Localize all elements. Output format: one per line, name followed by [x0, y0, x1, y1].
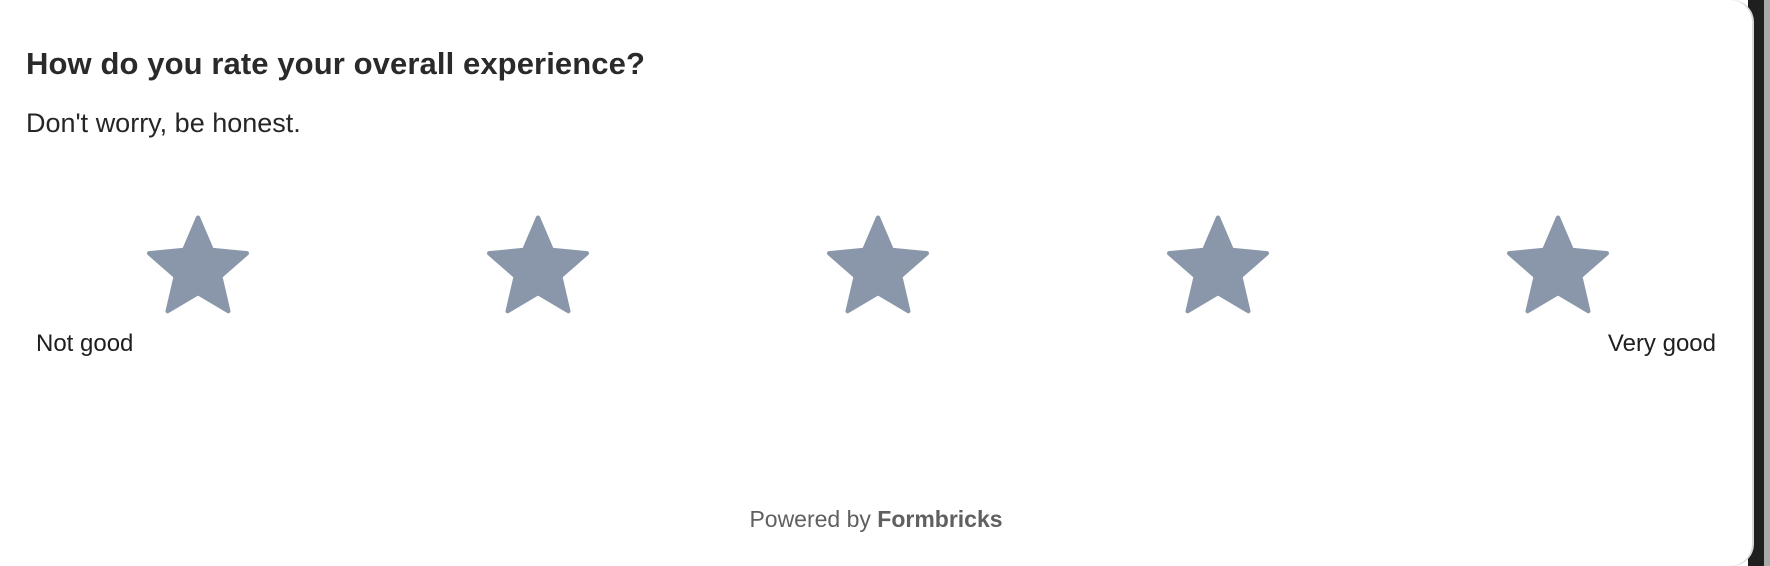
- lower-label: Not good: [36, 330, 134, 357]
- star-icon: [1166, 215, 1270, 314]
- survey-card: How do you rate your overall experience?…: [0, 0, 1752, 566]
- upper-label: Very good: [1607, 330, 1716, 357]
- rating-star-3[interactable]: [818, 210, 938, 324]
- powered-by-text: Powered by: [749, 506, 871, 532]
- survey-window: How do you rate your overall experience?…: [0, 0, 1770, 566]
- rating-star-2[interactable]: [478, 210, 598, 324]
- star-icon: [1506, 215, 1610, 314]
- star-icon: [826, 215, 930, 314]
- background-window-border: [1764, 0, 1770, 566]
- star-rating: Not good Very good: [26, 200, 1726, 380]
- powered-by-footer: Powered by Formbricks: [0, 506, 1752, 533]
- rating-star-1[interactable]: [138, 210, 258, 324]
- formbricks-link[interactable]: Formbricks: [877, 506, 1002, 532]
- star-icon: [146, 215, 250, 314]
- question-headline: How do you rate your overall experience?: [26, 46, 646, 81]
- rating-star-4[interactable]: [1158, 210, 1278, 324]
- rating-star-5[interactable]: [1498, 210, 1618, 324]
- star-icon: [486, 215, 590, 314]
- question-subheader: Don't worry, be honest.: [26, 108, 301, 138]
